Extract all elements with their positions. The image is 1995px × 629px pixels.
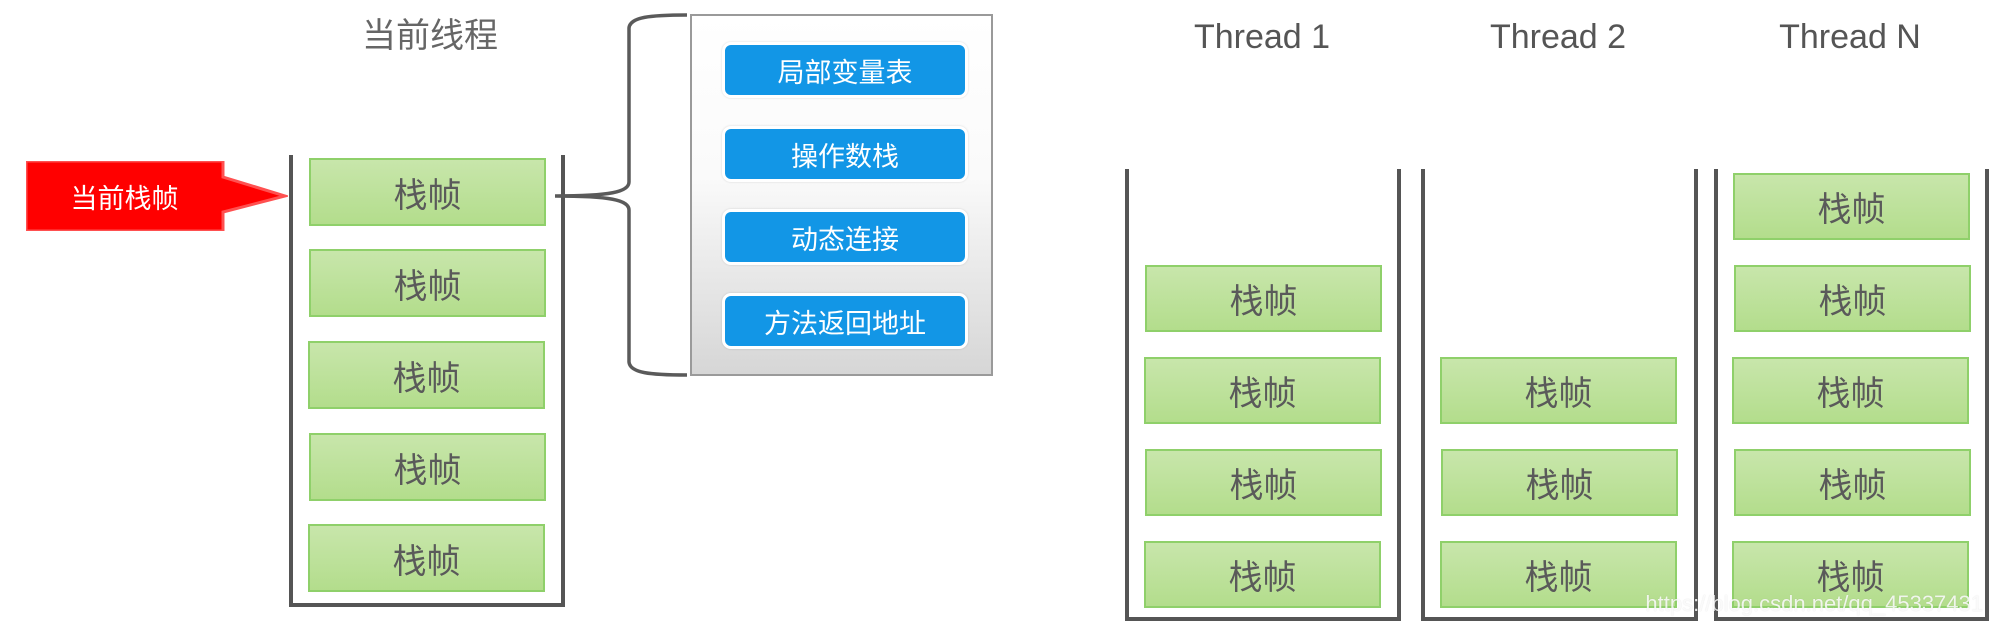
stack-frame[interactable]: 栈帧 (1733, 173, 1970, 240)
stack-frame[interactable]: 栈帧 (1441, 449, 1678, 516)
stack-frame[interactable]: 栈帧 (1732, 357, 1969, 424)
stack-frame[interactable]: 栈帧 (309, 433, 546, 501)
method-return-address[interactable]: 方法返回地址 (722, 293, 968, 349)
current-thread-stack: 栈帧 栈帧 栈帧 栈帧 栈帧 (289, 155, 565, 607)
watermark: https://blog.csdn.net/qq_45337431 (1645, 591, 1983, 616)
current-thread-title: 当前线程 (362, 16, 498, 56)
stack-frame[interactable]: 栈帧 (308, 524, 545, 592)
stack-frame[interactable]: 栈帧 (1144, 541, 1381, 608)
stack-frame[interactable]: 栈帧 (1145, 265, 1382, 332)
stack-frame[interactable]: 栈帧 (1734, 265, 1971, 332)
operand-stack[interactable]: 操作数栈 (722, 126, 968, 182)
stack-frame[interactable]: 栈帧 (308, 341, 545, 409)
stack-frame[interactable]: 栈帧 (1145, 449, 1382, 516)
stack-frame[interactable]: 栈帧 (309, 249, 546, 317)
curly-brace-connector (554, 13, 688, 377)
stack-frame[interactable]: 栈帧 (1440, 541, 1677, 608)
stack-frame-detail-panel: 局部变量表 操作数栈 动态连接 方法返回地址 (690, 14, 993, 376)
stack-frame-current[interactable]: 栈帧 (309, 158, 546, 226)
thread-n-title: Thread N (1779, 18, 1921, 56)
local-variable-table[interactable]: 局部变量表 (722, 42, 968, 98)
thread-2-stack: 栈帧 栈帧 栈帧 (1421, 169, 1698, 621)
stack-frame[interactable]: 栈帧 (1734, 449, 1971, 516)
thread-2-title: Thread 2 (1489, 18, 1627, 56)
thread-1-stack: 栈帧 栈帧 栈帧 栈帧 (1125, 169, 1401, 621)
current-frame-label: 当前栈帧 (70, 183, 179, 215)
thread-n-stack: 栈帧 栈帧 栈帧 栈帧 栈帧 (1714, 169, 1989, 621)
stack-frame[interactable]: 栈帧 (1440, 357, 1677, 424)
dynamic-linking[interactable]: 动态连接 (722, 209, 968, 265)
stack-frame[interactable]: 栈帧 (1144, 357, 1381, 424)
thread-1-title: Thread 1 (1193, 18, 1331, 56)
